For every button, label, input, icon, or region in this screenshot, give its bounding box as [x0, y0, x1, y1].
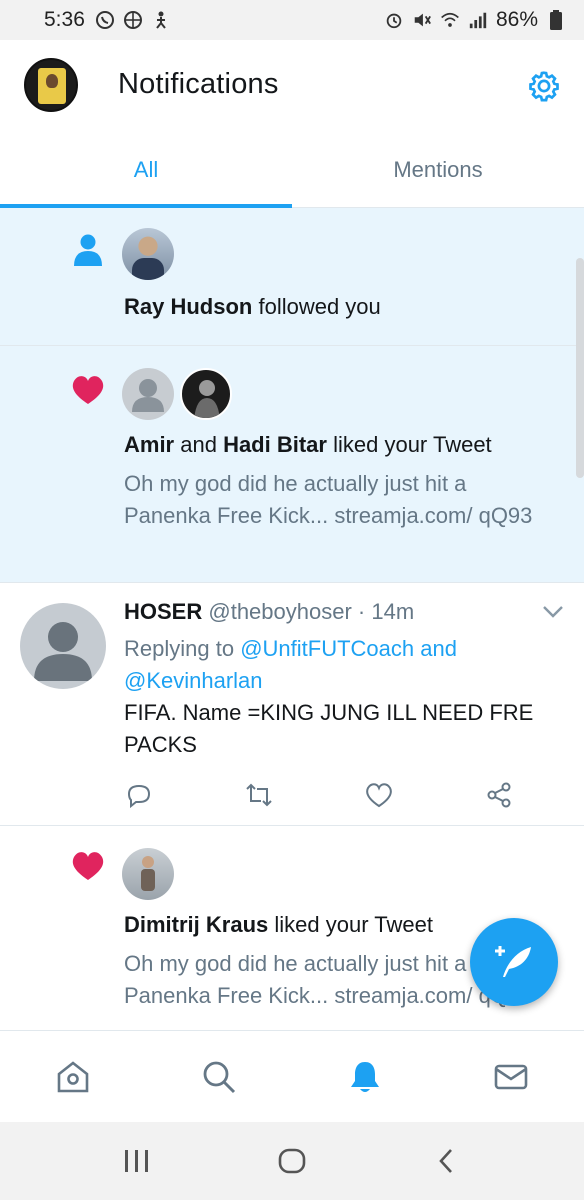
- home-system-button[interactable]: [267, 1136, 317, 1186]
- avatar[interactable]: [180, 368, 232, 420]
- nav-notifications[interactable]: [335, 1047, 395, 1107]
- action-text: liked your Tweet: [326, 432, 492, 457]
- joiner-text: and: [174, 432, 224, 457]
- user-handle[interactable]: @theboyhoser: [208, 599, 351, 624]
- compose-tweet-button[interactable]: [470, 918, 558, 1006]
- notification-feed[interactable]: Ray Hudson followed you Amir and Hadi Bi…: [0, 208, 584, 1030]
- user-name[interactable]: Dimitrij Kraus: [124, 912, 268, 937]
- action-text: followed you: [252, 294, 381, 319]
- and-text: and: [414, 636, 457, 661]
- notification-text: Dimitrij Kraus liked your Tweet: [124, 912, 433, 938]
- notification-follow[interactable]: Ray Hudson followed you: [0, 208, 584, 346]
- heart-outline-icon: [366, 783, 392, 808]
- system-navigation-bar: [0, 1122, 584, 1200]
- home-circle-icon: [278, 1148, 306, 1174]
- bottom-navigation: [0, 1030, 584, 1122]
- nav-messages[interactable]: [481, 1047, 541, 1107]
- nav-search[interactable]: [189, 1047, 249, 1107]
- mention-link[interactable]: @Kevinharlan: [124, 668, 263, 693]
- profile-avatar[interactable]: [24, 58, 78, 112]
- tweet-actions: [124, 779, 514, 811]
- nav-home[interactable]: [43, 1047, 103, 1107]
- gear-icon: [529, 71, 559, 102]
- tab-mentions[interactable]: Mentions: [292, 132, 584, 207]
- page-title: Notifications: [118, 68, 279, 100]
- recent-apps-icon: [125, 1150, 149, 1172]
- notification-text: Amir and Hadi Bitar liked your Tweet: [124, 432, 492, 458]
- settings-button[interactable]: [524, 66, 564, 106]
- tab-all[interactable]: All: [0, 132, 292, 208]
- retweet-icon: [246, 783, 272, 807]
- recent-apps-button[interactable]: [112, 1136, 162, 1186]
- home-icon: [57, 1060, 89, 1092]
- heart-icon: [68, 846, 108, 886]
- back-chevron-icon: [438, 1149, 452, 1173]
- user-name[interactable]: HOSER: [124, 599, 202, 624]
- alarm-icon: [384, 10, 404, 30]
- like-button[interactable]: [364, 780, 394, 810]
- retweet-button[interactable]: [244, 780, 274, 810]
- user-name[interactable]: Hadi Bitar: [223, 432, 327, 457]
- notification-text: Ray Hudson followed you: [124, 294, 381, 320]
- separator-dot: ·: [351, 599, 372, 624]
- reply-button[interactable]: [124, 780, 154, 810]
- share-button[interactable]: [484, 780, 514, 810]
- wifi-icon: [440, 10, 460, 30]
- action-text: liked your Tweet: [268, 912, 433, 937]
- envelope-icon: [494, 1064, 528, 1089]
- figure-icon: [151, 10, 171, 30]
- mute-icon: [412, 10, 432, 30]
- user-name[interactable]: Ray Hudson: [124, 294, 252, 319]
- heart-icon: [68, 370, 108, 410]
- avatar[interactable]: [122, 368, 174, 420]
- notification-reply-tweet[interactable]: HOSER @theboyhoser · 14m Replying to @Un…: [0, 583, 584, 826]
- user-name[interactable]: Amir: [124, 432, 174, 457]
- whatsapp-icon: [95, 10, 115, 30]
- top-app-bar: Notifications: [0, 40, 584, 132]
- replying-to: Replying to @UnfitFUTCoach and @Kevinharl…: [124, 633, 544, 697]
- share-icon: [487, 782, 511, 808]
- basketball-icon: [123, 10, 143, 30]
- person-icon: [68, 230, 108, 270]
- scrollbar[interactable]: [576, 258, 584, 478]
- avatar[interactable]: [122, 228, 174, 280]
- search-icon: [203, 1061, 236, 1093]
- tweet-body: FIFA. Name =KING JUNG ILL NEED FRE PACKS: [124, 700, 534, 757]
- replying-prefix: Replying to: [124, 636, 241, 661]
- notification-like[interactable]: Amir and Hadi Bitar liked your Tweet Oh …: [0, 346, 584, 583]
- tweet-header: HOSER @theboyhoser · 14m: [124, 599, 414, 625]
- battery-percent: 86%: [495, 8, 538, 31]
- battery-icon: [546, 10, 566, 30]
- back-button[interactable]: [422, 1136, 472, 1186]
- comment-icon: [127, 784, 151, 809]
- mention-link[interactable]: @UnfitFUTCoach: [240, 636, 414, 661]
- status-bar: 5:36 86%: [0, 0, 584, 40]
- compose-feather-icon: [495, 946, 531, 977]
- bell-icon: [351, 1061, 379, 1092]
- chevron-down-icon[interactable]: [542, 605, 564, 624]
- status-time: 5:36: [44, 8, 85, 31]
- signal-icon: [468, 10, 488, 30]
- tab-bar: All Mentions: [0, 132, 584, 208]
- avatar[interactable]: [122, 848, 174, 900]
- liked-tweet-text[interactable]: Oh my god did he actually just hit a Pan…: [124, 468, 544, 532]
- tweet-time: 14m: [371, 599, 415, 624]
- avatar[interactable]: [20, 603, 106, 689]
